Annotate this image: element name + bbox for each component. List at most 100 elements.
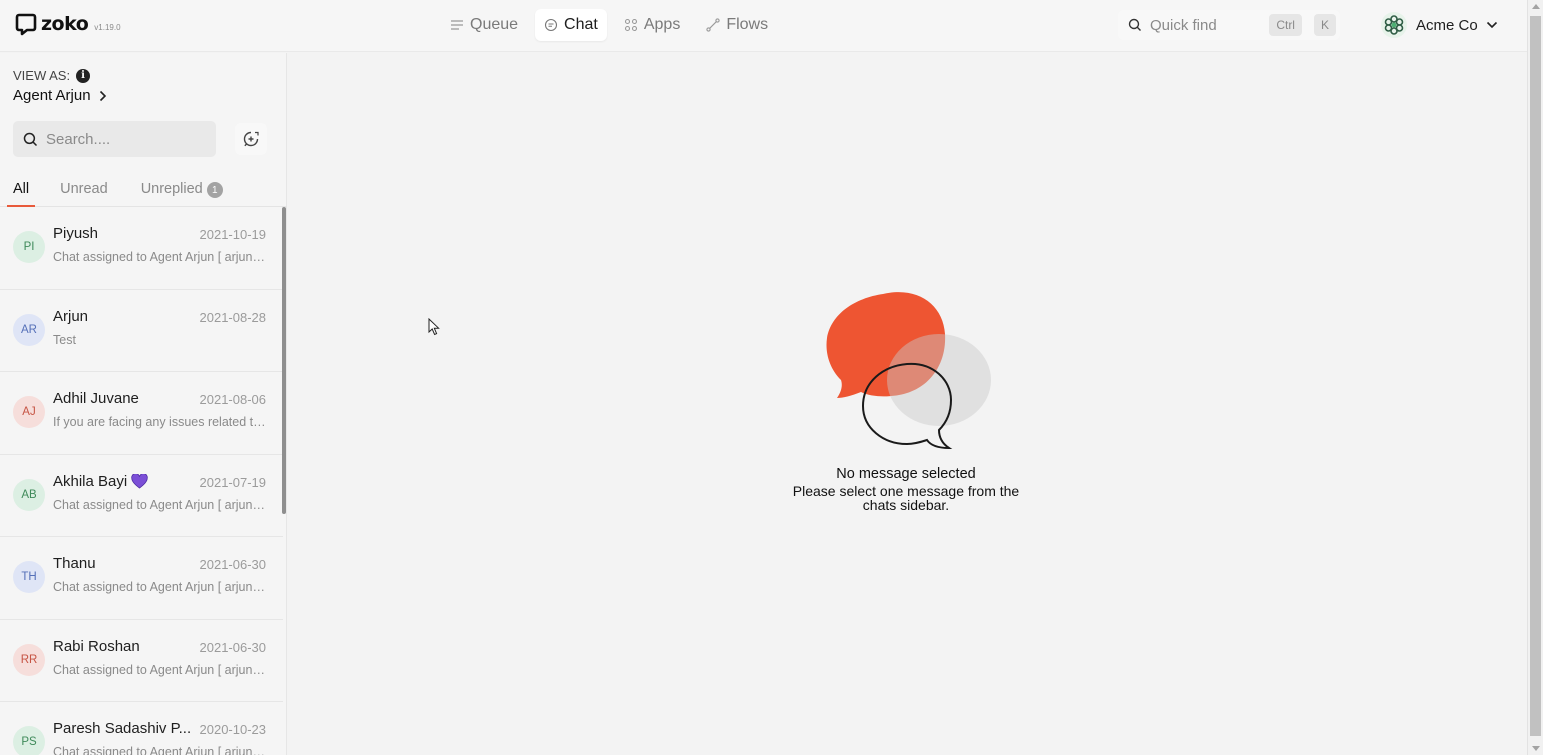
zoko-logo[interactable]: zoko v1.19.0: [15, 12, 121, 36]
message-preview: Test: [53, 332, 76, 347]
message-preview: Chat assigned to Agent Arjun [ arjun@zok…: [53, 250, 267, 264]
agent-selector[interactable]: Agent Arjun: [13, 87, 107, 104]
empty-state-subtitle: Please select one message from the chats…: [792, 483, 1020, 513]
message-preview: Chat assigned to Agent Arjun [ arjun@zok…: [53, 497, 267, 512]
chat-date: 2021-08-28: [199, 309, 267, 325]
new-chat-button[interactable]: [235, 123, 267, 155]
tab-all-label: All: [13, 181, 30, 197]
account-avatar-icon: [1381, 12, 1407, 38]
contact-name-text: Rabi Roshan: [53, 637, 140, 655]
avatar: AB: [13, 478, 45, 511]
message-preview: Chat assigned to Agent Arjun [ arjun@zok…: [53, 745, 267, 755]
chat-list-item[interactable]: PS Paresh Sadashiv P... 2020-10-23 Chat …: [0, 702, 283, 755]
tab-unread[interactable]: Unread: [54, 175, 114, 207]
nav-flows-label: Flows: [726, 16, 769, 33]
chat-date: 2021-06-30: [199, 639, 267, 655]
chat-list: PI Piyush 2021-10-19 Chat assigned to Ag…: [0, 207, 283, 755]
tab-unread-label: Unread: [60, 181, 108, 197]
search-input[interactable]: [46, 130, 196, 148]
nav-chat[interactable]: Chat: [535, 9, 607, 41]
contact-name: Arjun: [53, 308, 88, 325]
nav-apps-label: Apps: [643, 16, 681, 33]
chat-icon: [544, 18, 558, 32]
chat-date: 2020-10-23: [199, 722, 267, 737]
chat-date: 2021-08-06: [199, 392, 267, 407]
contact-name-text: Arjun: [53, 307, 89, 325]
search-icon: [1128, 18, 1141, 31]
contact-name-text: Thanu: [53, 555, 96, 572]
account-name: Acme Co: [1416, 16, 1478, 34]
chat-sidebar: VIEW AS: i Agent Arjun All Unread Unrepl…: [0, 53, 287, 755]
chat-date: 2021-10-19: [199, 227, 267, 242]
nav-apps[interactable]: Apps: [615, 9, 689, 41]
scroll-down-arrow-icon[interactable]: [1532, 746, 1540, 751]
new-chat-icon: [243, 131, 259, 147]
flows-icon: [706, 18, 720, 32]
quick-find[interactable]: Quick find Ctrl K: [1118, 10, 1340, 40]
avatar: AJ: [13, 396, 45, 428]
message-preview: Chat assigned to Agent Arjun [ arjun@zok…: [53, 662, 267, 677]
chat-list-item[interactable]: RR Rabi Roshan 2021-06-30 Chat assigned …: [0, 620, 283, 702]
info-icon[interactable]: i: [76, 68, 91, 83]
chat-list-item[interactable]: AJ Adhil Juvane 2021-08-06 If you are fa…: [0, 372, 283, 455]
nav-chat-label: Chat: [564, 16, 598, 33]
chat-list-item[interactable]: TH Thanu 2021-06-30 Chat assigned to Age…: [0, 537, 283, 620]
tab-all[interactable]: All: [7, 175, 36, 207]
contact-name-text: Akhila Bayi: [53, 472, 128, 490]
chat-list-item[interactable]: PI Piyush 2021-10-19 Chat assigned to Ag…: [0, 207, 283, 290]
contact-name-text: Paresh Sadashiv P...: [53, 720, 192, 737]
chat-date: 2021-06-30: [199, 557, 267, 572]
contact-name: Rabi Roshan: [53, 638, 140, 655]
nav-queue-label: Queue: [470, 16, 519, 33]
unreplied-count-badge: 1: [206, 182, 223, 198]
window-scrollbar[interactable]: [1527, 0, 1543, 755]
shortcut-key-k: K: [1313, 14, 1336, 36]
message-preview: If you are facing any issues related to …: [53, 415, 267, 429]
scroll-up-arrow-icon[interactable]: [1532, 4, 1540, 9]
avatar: PI: [13, 231, 45, 263]
contact-name-text: Piyush: [53, 225, 99, 242]
nav-flows[interactable]: Flows: [697, 9, 777, 41]
chat-filter-tabs: All Unread Unreplied 1: [0, 175, 287, 207]
contact-name: Akhila Bayi: [53, 473, 148, 490]
contact-name: Adhil Juvane: [53, 390, 139, 407]
zoko-logo-icon: [15, 13, 37, 36]
apps-icon: [624, 18, 637, 32]
chat-date: 2021-07-19: [199, 474, 267, 490]
chevron-right-icon: [99, 90, 106, 101]
brand-name: zoko: [41, 13, 89, 35]
scrollbar-thumb[interactable]: [1530, 16, 1541, 736]
empty-state-title: No message selected: [836, 466, 976, 482]
avatar: AR: [13, 313, 45, 346]
top-bar: zoko v1.19.0 Queue Chat Apps Flows Quick…: [0, 0, 1527, 52]
tab-unreplied[interactable]: Unreplied 1: [135, 175, 229, 207]
agent-name: Agent Arjun: [13, 87, 91, 104]
chat-bubbles-illustration: [826, 292, 991, 450]
empty-state: No message selected Please select one me…: [760, 280, 1052, 512]
purple-heart-icon: [131, 473, 148, 488]
shortcut-key-ctrl: Ctrl: [1269, 14, 1302, 36]
avatar: RR: [13, 643, 45, 676]
message-preview: Chat assigned to Agent Arjun [ arjun@zok…: [53, 580, 267, 594]
chevron-down-icon: [1486, 21, 1497, 29]
avatar: TH: [13, 561, 45, 593]
tab-unreplied-label: Unreplied: [140, 181, 203, 197]
chat-list-item[interactable]: AR Arjun 2021-08-28 Test: [0, 290, 283, 372]
chat-list-item[interactable]: AB Akhila Bayi 2021-07-19 Chat assigned …: [0, 455, 283, 537]
queue-icon: [451, 20, 463, 30]
view-as: VIEW AS: i: [13, 68, 91, 83]
mouse-cursor-icon: [428, 318, 440, 336]
app-version: v1.19.0: [94, 22, 121, 32]
main-nav: Queue Chat Apps Flows: [441, 9, 777, 41]
search-icon: [23, 132, 38, 146]
avatar: PS: [13, 726, 45, 755]
contact-name: Piyush: [53, 225, 98, 242]
contact-name: Thanu: [53, 555, 96, 572]
chat-search: [13, 121, 216, 157]
chat-list-scrollbar[interactable]: [282, 207, 286, 514]
quick-find-label: Quick find: [1150, 16, 1217, 34]
view-as-label: VIEW AS:: [13, 68, 71, 83]
account-switcher[interactable]: Acme Co: [1380, 11, 1498, 39]
contact-name: Paresh Sadashiv P...: [53, 720, 191, 737]
nav-queue[interactable]: Queue: [441, 9, 527, 41]
